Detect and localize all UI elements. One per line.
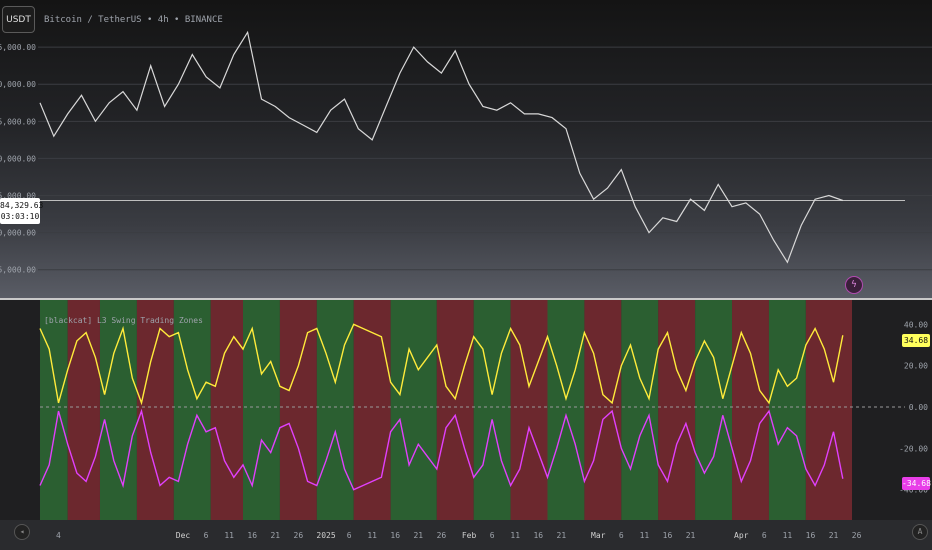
zone-green xyxy=(316,300,354,520)
zone-green xyxy=(390,300,437,520)
zone-red xyxy=(279,300,317,520)
time-tick-label: 21 xyxy=(413,531,423,540)
zone-green xyxy=(695,300,733,520)
zone-red xyxy=(436,300,474,520)
time-tick-label: 16 xyxy=(663,531,673,540)
chart-window: 105,000.00100,000.0095,000.0090,000.0085… xyxy=(0,0,932,550)
scroll-left-icon[interactable]: ◂ xyxy=(14,524,30,540)
time-tick-label: 11 xyxy=(224,531,234,540)
time-tick-label: 11 xyxy=(783,531,793,540)
time-tick-label: 11 xyxy=(640,531,650,540)
indicator-tick-label: -20.00 xyxy=(899,444,928,453)
price-tick-label: 95,000.00 xyxy=(0,117,36,126)
time-tick-label: 21 xyxy=(686,531,696,540)
auto-scale-icon[interactable]: A xyxy=(912,524,928,540)
yellow-value-tag: 34.68 xyxy=(902,334,930,347)
price-tick-label: 90,000.00 xyxy=(0,154,36,163)
price-chart[interactable]: 105,000.00100,000.0095,000.0090,000.0085… xyxy=(0,0,932,299)
time-tick-label: 16 xyxy=(806,531,816,540)
bar-countdown: 03:03:10 xyxy=(0,212,40,221)
time-tick-label: Apr xyxy=(734,531,749,540)
pane-divider[interactable] xyxy=(0,298,932,300)
time-tick-label: 11 xyxy=(367,531,377,540)
time-tick-label: 4 xyxy=(56,531,61,540)
time-tick-label: 16 xyxy=(247,531,257,540)
indicator-chart[interactable]: 40.0020.000.00-20.00-40.004 Dec 6 11 16 21 26 2… xyxy=(0,300,932,550)
zone-red xyxy=(584,300,622,520)
magenta-value-tag: -34.68 xyxy=(902,477,931,490)
price-tick-label: 100,000.00 xyxy=(0,80,36,89)
indicator-tick-label: 0.00 xyxy=(909,403,928,412)
time-tick-label: 6 xyxy=(490,531,495,540)
time-tick-label: 6 xyxy=(619,531,624,540)
zone-green xyxy=(173,300,211,520)
price-tick-label: 80,000.00 xyxy=(0,229,36,238)
price-tick-label: 105,000.00 xyxy=(0,43,36,52)
zone-red xyxy=(136,300,174,520)
last-price-value: 84,329.63 xyxy=(0,201,44,210)
time-tick-label: 21 xyxy=(829,531,839,540)
time-tick-label: Mar xyxy=(591,531,606,540)
time-tick-label: 21 xyxy=(557,531,567,540)
time-tick-label: 6 xyxy=(762,531,767,540)
time-tick-label: 6 xyxy=(204,531,209,540)
zone-green xyxy=(473,300,511,520)
time-tick-label: 21 xyxy=(270,531,280,540)
time-tick-label: 16 xyxy=(533,531,543,540)
zone-green xyxy=(40,300,68,520)
time-tick-label: 26 xyxy=(852,531,862,540)
time-tick-label: 26 xyxy=(294,531,304,540)
zone-green xyxy=(768,300,806,520)
symbol-button[interactable]: USDT xyxy=(2,6,35,33)
time-tick-label: 2025 xyxy=(316,531,335,540)
zone-red xyxy=(658,300,696,520)
zone-red xyxy=(210,300,243,520)
zone-red xyxy=(67,300,100,520)
time-tick-label: 6 xyxy=(347,531,352,540)
indicator-tick-label: 20.00 xyxy=(904,362,928,371)
zone-green xyxy=(99,300,137,520)
zone-red xyxy=(510,300,548,520)
time-tick-label: Dec xyxy=(176,531,191,540)
indicator-title: [blackcat] L3 Swing Trading Zones xyxy=(44,316,203,325)
zone-green xyxy=(621,300,659,520)
chart-title: Bitcoin / TetherUS • 4h • BINANCE xyxy=(44,15,223,25)
time-tick-label: 11 xyxy=(510,531,520,540)
lightning-icon[interactable]: ϟ xyxy=(845,276,863,294)
price-series-line xyxy=(39,30,844,264)
last-price-tag: 84,329.63 03:03:10 xyxy=(0,198,44,224)
zone-green xyxy=(547,300,585,520)
time-tick-label: 16 xyxy=(390,531,400,540)
indicator-tick-label: 40.00 xyxy=(904,320,928,329)
zone-green xyxy=(243,300,280,520)
zone-red xyxy=(732,300,769,520)
time-tick-label: Feb xyxy=(462,531,477,540)
time-tick-label: 26 xyxy=(437,531,447,540)
price-tick-label: 75,000.00 xyxy=(0,266,36,275)
